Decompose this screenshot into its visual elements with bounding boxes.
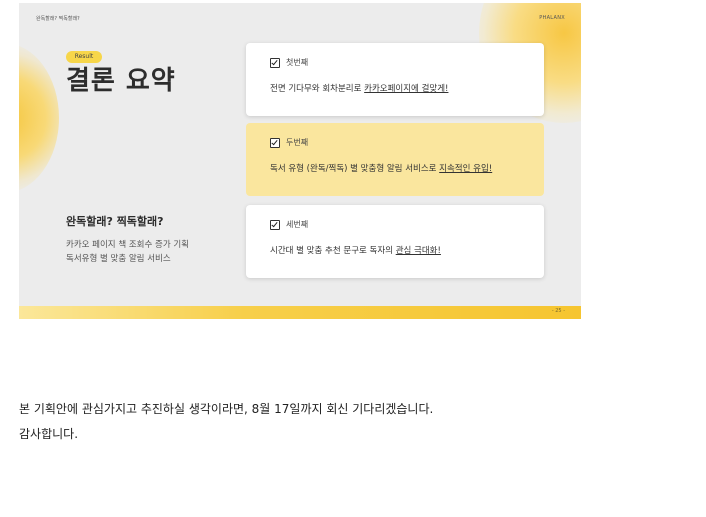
slide-title: 결론 요약	[66, 66, 176, 96]
summary-card-3: 세번째 시간대 별 맞춤 추천 문구로 독자의 관심 극대화!	[246, 205, 544, 278]
closing-thanks: 감사합니다.	[19, 427, 79, 441]
slide-footer-bar	[19, 306, 581, 319]
card-text-highlight: 관심 극대화!	[395, 246, 441, 256]
summary-card-1: 첫번째 전면 기다무와 회차분리로 카카오페이지에 걸맞게!	[246, 43, 544, 116]
card-text-highlight: 지속적인 유입!	[439, 164, 493, 174]
description-line: 독서유형 별 맞춤 알림 서비스	[66, 254, 171, 264]
summary-slide: 완독할래? 찍독할래? PHALANX Result 결론 요약 완독할래? 찍…	[19, 3, 581, 319]
slide-subtitle: 완독할래? 찍독할래?	[66, 215, 164, 228]
description-line: 카카오 페이지 책 조회수 증가 기획	[66, 240, 189, 250]
card-header: 첫번째	[270, 57, 308, 68]
card-label: 세번째	[286, 220, 309, 229]
checkbox-icon	[270, 137, 280, 148]
page-number: - 25 -	[551, 308, 565, 314]
card-label: 두번째	[286, 138, 309, 147]
card-header: 세번째	[270, 219, 308, 230]
card-text: 시간대 별 맞춤 추천 문구로 독자의 관심 극대화!	[270, 244, 441, 256]
card-text-plain: 시간대 별 맞춤 추천 문구로 독자의	[270, 246, 396, 256]
summary-card-2: 두번째 독서 유형 (완독/찍독) 별 맞춤형 알림 서비스로 지속적인 유입!	[246, 123, 544, 196]
card-text-plain: 전면 기다무와 회차분리로	[270, 84, 365, 94]
card-header: 두번째	[270, 137, 308, 148]
slide-header-right: PHALANX	[539, 15, 565, 21]
closing-message: 본 기획안에 관심가지고 추진하실 생각이라면, 8월 17일까지 회신 기다리…	[19, 402, 434, 416]
card-text: 전면 기다무와 회차분리로 카카오페이지에 걸맞게!	[270, 82, 448, 94]
card-text-plain: 독서 유형 (완독/찍독) 별 맞춤형 알림 서비스로	[270, 164, 440, 174]
card-label: 첫번째	[286, 58, 309, 67]
slide-header-left: 완독할래? 찍독할래?	[36, 16, 80, 22]
decor-glow-left	[19, 43, 59, 193]
checkbox-icon	[270, 219, 280, 230]
slide-description: 카카오 페이지 책 조회수 증가 기획 독서유형 별 맞춤 알림 서비스	[66, 238, 189, 266]
card-text: 독서 유형 (완독/찍독) 별 맞춤형 알림 서비스로 지속적인 유입!	[270, 162, 492, 174]
card-text-highlight: 카카오페이지에 걸맞게!	[364, 84, 449, 94]
checkbox-icon	[270, 57, 280, 68]
